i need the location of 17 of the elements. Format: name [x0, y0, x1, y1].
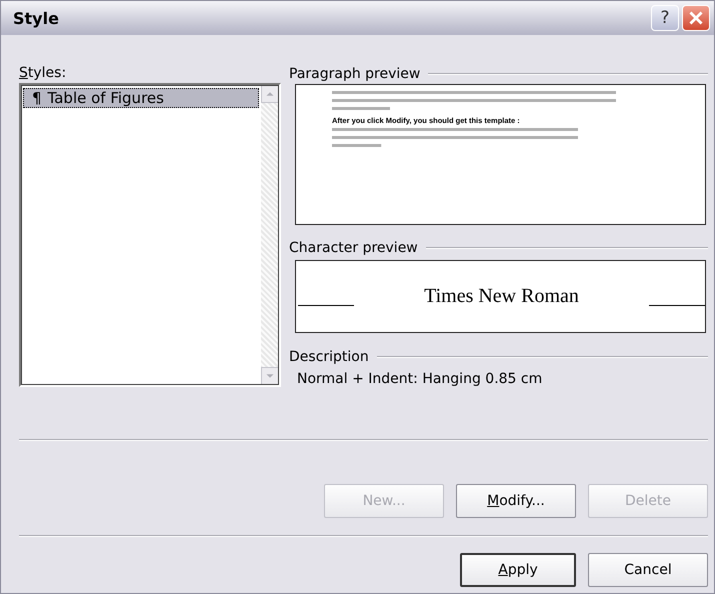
font-sample: Times New Roman — [423, 285, 580, 308]
styles-list[interactable]: ¶ Table of Figures — [19, 83, 281, 387]
dialog-button[interactable]: Modify... — [456, 484, 576, 518]
help-button[interactable]: ? — [651, 5, 679, 31]
dialog-button[interactable]: Apply — [460, 553, 576, 587]
close-icon[interactable] — [682, 5, 710, 31]
window-title: Style — [13, 8, 60, 28]
styles-label: Styles: — [19, 65, 68, 83]
scrollbar[interactable] — [261, 85, 279, 385]
paragraph-preview-label: Paragraph preview — [289, 66, 420, 82]
description-text: Normal + Indent: Hanging 0.85 cm — [297, 371, 544, 388]
dialog-button[interactable]: Cancel — [588, 553, 708, 587]
description-label: Description — [289, 349, 369, 366]
character-preview-label: Character preview — [289, 240, 418, 256]
style-item[interactable]: ¶ Table of Figures — [23, 88, 259, 108]
scroll-up-icon[interactable] — [261, 85, 279, 103]
scroll-down-icon[interactable] — [261, 367, 279, 385]
